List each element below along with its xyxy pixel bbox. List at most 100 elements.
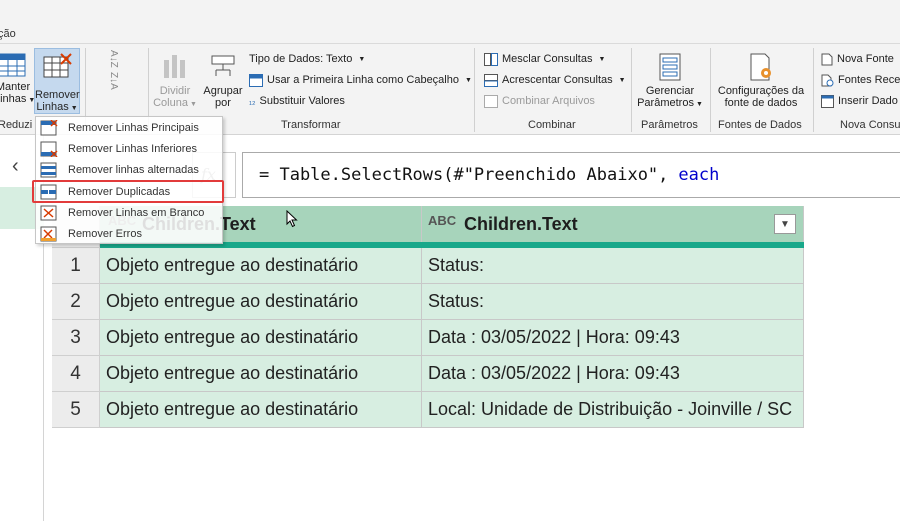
dividir-label-1: Dividir bbox=[159, 85, 191, 97]
inserir-dados-button[interactable]: Inserir Dado bbox=[821, 92, 898, 110]
menu-item-remover-principais[interactable]: Remover Linhas Principais bbox=[36, 117, 224, 138]
nova-fonte-label: Nova Fonte bbox=[837, 53, 894, 65]
combinar-arquivos-label: Combinar Arquivos bbox=[502, 95, 595, 107]
group-separator bbox=[813, 48, 814, 132]
mesclar-consultas-button[interactable]: Mesclar Consultas ▼ bbox=[484, 50, 605, 68]
menu-item-label: Remover Erros bbox=[68, 227, 142, 240]
collapse-pane-icon[interactable]: ‹ bbox=[12, 155, 19, 178]
chevron-down-icon: ▼ bbox=[618, 76, 626, 84]
mouse-cursor-icon bbox=[286, 210, 298, 228]
fontes-recentes-label: Fontes Rece bbox=[838, 74, 900, 86]
tipo-dados-button[interactable]: Tipo de Dados: Texto ▼ bbox=[249, 50, 365, 68]
gerenciar-label-2: Parâmetros ▼ bbox=[637, 97, 703, 109]
manter-linhas-button[interactable]: Manter Linhas▼ bbox=[0, 50, 36, 107]
agrupar-por-button[interactable]: Agrupar por bbox=[201, 52, 245, 109]
table-cell[interactable]: Data : 03/05/2022 | Hora: 09:43 bbox=[422, 320, 804, 356]
dividir-label-2: Coluna ▼ bbox=[153, 97, 197, 109]
data-source-settings-icon bbox=[750, 53, 771, 81]
sort-descending-button[interactable]: Z↓A bbox=[108, 72, 119, 90]
combine-files-icon bbox=[484, 94, 498, 108]
recent-sources-icon bbox=[821, 74, 834, 86]
menu-item-remover-inferiores[interactable]: Remover Linhas Inferiores bbox=[36, 138, 224, 159]
group-separator bbox=[474, 48, 475, 132]
substituir-valores-button[interactable]: ₁₂ Substituir Valores bbox=[249, 92, 345, 110]
replace-values-icon: ₁₂ bbox=[249, 96, 256, 106]
remove-blank-rows-icon bbox=[40, 205, 57, 220]
menu-item-remover-alternadas[interactable]: Remover linhas alternadas bbox=[36, 159, 224, 180]
row-index[interactable]: 3 bbox=[52, 320, 100, 356]
table-cell[interactable]: Objeto entregue ao destinatário bbox=[100, 284, 422, 320]
table-cell[interactable]: Objeto entregue ao destinatário bbox=[100, 392, 422, 428]
menu-item-remover-erros[interactable]: Remover Erros bbox=[36, 223, 224, 244]
header-row-icon bbox=[249, 73, 263, 87]
table-cell[interactable]: Status: bbox=[422, 284, 804, 320]
menu-item-label: Remover Linhas Inferiores bbox=[68, 142, 198, 155]
usar-primeira-linha-button[interactable]: Usar a Primeira Linha como Cabeçalho ▼ bbox=[249, 71, 472, 89]
agrupar-label-2: por bbox=[215, 97, 231, 109]
gerenciar-parametros-button[interactable]: Gerenciar Parâmetros ▼ bbox=[634, 52, 706, 111]
substituir-label: Substituir Valores bbox=[259, 95, 345, 107]
sort-az-icon: A↓Z bbox=[108, 50, 119, 68]
column-header-2[interactable]: ABC Children.Text ▼ bbox=[422, 206, 804, 242]
group-label-reduzir: Reduzi bbox=[0, 119, 33, 131]
combinar-arquivos-button[interactable]: Combinar Arquivos bbox=[484, 92, 595, 110]
remover-linhas-button[interactable]: Remover Linhas ▼ bbox=[34, 48, 80, 114]
text-type-icon[interactable]: ABC bbox=[428, 213, 456, 228]
nova-fonte-button[interactable]: Nova Fonte bbox=[821, 50, 894, 68]
chevron-down-icon[interactable]: ▼ bbox=[774, 214, 796, 234]
table-cell[interactable]: Status: bbox=[422, 248, 804, 284]
dividir-coluna-button[interactable]: Dividir Coluna ▼ bbox=[152, 52, 198, 111]
config-label-1: Configurações da bbox=[717, 85, 805, 97]
enter-data-icon bbox=[821, 94, 834, 108]
menu-item-label: Remover linhas alternadas bbox=[68, 163, 199, 176]
new-source-icon bbox=[821, 53, 833, 65]
split-column-icon bbox=[164, 55, 185, 78]
group-separator bbox=[631, 48, 632, 132]
table-cell[interactable]: Objeto entregue ao destinatário bbox=[100, 320, 422, 356]
table-cell[interactable]: Objeto entregue ao destinatário bbox=[100, 248, 422, 284]
group-label-parametros: Parâmetros bbox=[641, 119, 698, 131]
sort-za-icon: Z↓A bbox=[108, 72, 119, 90]
append-queries-icon bbox=[484, 73, 498, 87]
remove-alternate-rows-icon bbox=[40, 162, 57, 177]
column-name-2: Children.Text bbox=[464, 213, 578, 234]
table-cell[interactable]: Objeto entregue ao destinatário bbox=[100, 356, 422, 392]
chevron-down-icon: ▼ bbox=[358, 55, 366, 63]
remover-label-1: Remover bbox=[35, 89, 80, 101]
row-index[interactable]: 2 bbox=[52, 284, 100, 320]
mesclar-label: Mesclar Consultas bbox=[502, 53, 593, 65]
group-label-fontes: Fontes de Dados bbox=[718, 119, 802, 131]
manter-label-2: Linhas▼ bbox=[0, 93, 36, 105]
formula-bar[interactable]: = Table.SelectRows(#"Preenchido Abaixo",… bbox=[242, 152, 900, 198]
title-bar: ção bbox=[0, 0, 900, 44]
configuracoes-fonte-button[interactable]: Configurações da fonte de dados bbox=[712, 52, 810, 109]
window-title: ção bbox=[0, 28, 16, 40]
remove-errors-icon bbox=[40, 226, 57, 241]
parameters-icon bbox=[659, 53, 681, 81]
menu-item-label: Remover Linhas Principais bbox=[68, 121, 199, 134]
sort-ascending-button[interactable]: A↓Z bbox=[108, 50, 119, 68]
inserir-dados-label: Inserir Dado bbox=[838, 95, 898, 107]
gerenciar-label-1: Gerenciar bbox=[645, 85, 695, 97]
manter-label-1: Manter bbox=[0, 81, 31, 93]
fontes-recentes-button[interactable]: Fontes Rece bbox=[821, 71, 900, 89]
highlight-box bbox=[32, 180, 224, 203]
formula-keyword: each bbox=[678, 165, 720, 185]
usar-primeira-linha-label: Usar a Primeira Linha como Cabeçalho bbox=[267, 74, 459, 86]
table-remove-icon bbox=[43, 53, 72, 78]
acrescentar-consultas-button[interactable]: Acrescentar Consultas ▼ bbox=[484, 71, 626, 89]
menu-item-remover-em-branco[interactable]: Remover Linhas em Branco bbox=[36, 202, 224, 223]
menu-item-label: Remover Linhas em Branco bbox=[68, 206, 205, 219]
row-index[interactable]: 4 bbox=[52, 356, 100, 392]
agrupar-label-1: Agrupar bbox=[203, 85, 243, 97]
row-index[interactable]: 5 bbox=[52, 392, 100, 428]
table-cell[interactable]: Local: Unidade de Distribuição - Joinvil… bbox=[422, 392, 804, 428]
group-label-transformar: Transformar bbox=[281, 119, 341, 131]
chevron-down-icon: ▼ bbox=[598, 55, 606, 63]
group-separator bbox=[710, 48, 711, 132]
table-cell[interactable]: Data : 03/05/2022 | Hora: 09:43 bbox=[422, 356, 804, 392]
formula-text: = Table.SelectRows(#"Preenchido Abaixo", bbox=[259, 165, 669, 185]
chevron-down-icon: ▼ bbox=[464, 76, 472, 84]
row-index[interactable]: 1 bbox=[52, 248, 100, 284]
remover-label-2: Linhas ▼ bbox=[36, 101, 78, 113]
